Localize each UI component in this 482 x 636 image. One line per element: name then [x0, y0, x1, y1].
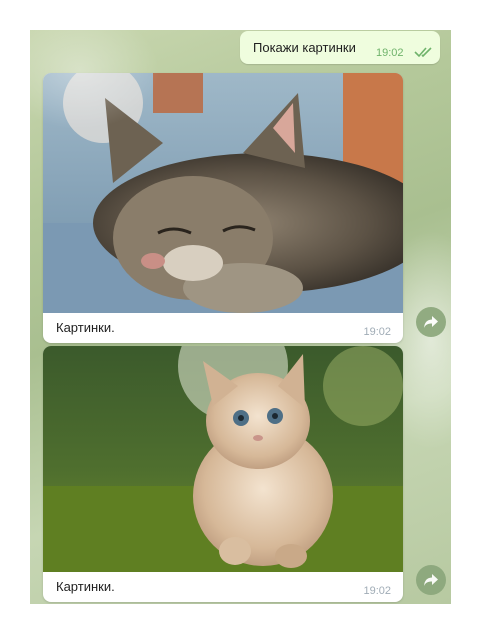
kitten-photo[interactable]	[43, 346, 403, 572]
caption: Картинки.	[56, 320, 115, 335]
caption: Картинки.	[56, 579, 115, 594]
chat-history[interactable]: Покажи картинки 19:02 Картинки. 19:02 Ка…	[30, 30, 451, 604]
photo-message-2[interactable]: Картинки. 19:02	[43, 346, 403, 602]
sleeping-cat-photo[interactable]	[43, 73, 403, 313]
photo-message-1[interactable]: Картинки. 19:02	[43, 73, 403, 343]
message-time: 19:02	[363, 585, 391, 597]
double-check-icon	[414, 47, 432, 58]
message-time: 19:02	[363, 326, 391, 338]
message-text: Покажи картинки	[253, 40, 356, 55]
outgoing-message[interactable]: Покажи картинки 19:02	[240, 31, 440, 64]
message-time: 19:02	[376, 47, 404, 59]
share-arrow-icon[interactable]	[416, 307, 446, 337]
share-arrow-icon[interactable]	[416, 565, 446, 595]
